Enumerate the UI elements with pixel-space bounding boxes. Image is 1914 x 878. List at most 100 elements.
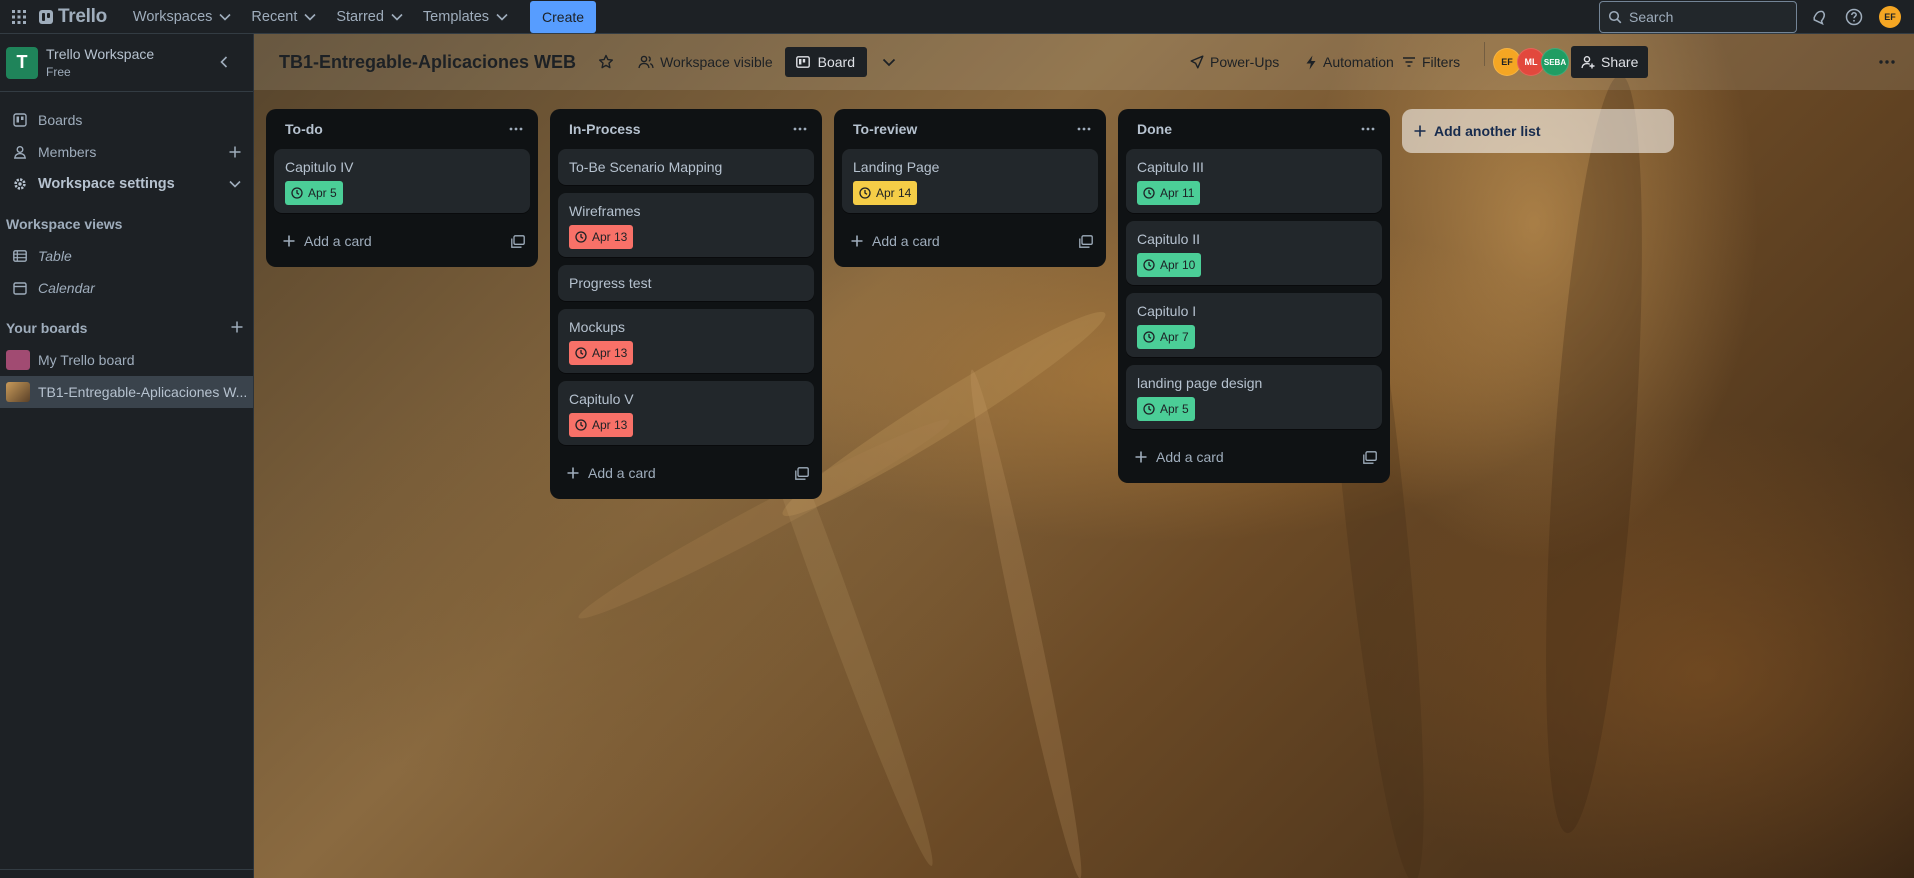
sidebar-item-boards[interactable]: Boards <box>0 104 253 136</box>
board-view-label: Board <box>817 54 855 70</box>
list-title[interactable]: In-Process <box>569 121 641 137</box>
power-ups-button[interactable]: Power-Ups <box>1182 46 1287 78</box>
sidebar-item-workspace-settings[interactable]: Workspace settings <box>0 168 253 200</box>
menu-starred[interactable]: Starred <box>326 1 413 33</box>
menu-workspaces[interactable]: Workspaces <box>123 1 242 33</box>
clock-icon <box>1143 187 1155 199</box>
card-title: Capitulo II <box>1137 231 1201 247</box>
card[interactable]: To-Be Scenario Mapping <box>558 149 814 185</box>
menu-templates[interactable]: Templates <box>413 1 518 33</box>
due-date-label: Apr 5 <box>308 186 337 200</box>
sidebar-item-members[interactable]: Members <box>0 136 253 168</box>
card-title: Landing Page <box>853 159 940 175</box>
add-member-icon[interactable] <box>227 144 243 160</box>
menu-recent[interactable]: Recent <box>241 1 326 33</box>
your-boards-heading-label: Your boards <box>6 320 88 336</box>
collapse-sidebar-icon[interactable] <box>215 53 233 71</box>
board-view-button[interactable]: Board <box>784 47 867 77</box>
chevron-down-icon[interactable] <box>227 176 243 192</box>
due-date-badge[interactable]: Apr 7 <box>1137 325 1195 349</box>
list-menu-icon[interactable] <box>508 121 524 137</box>
list-header[interactable]: Done <box>1118 109 1390 149</box>
add-card-label: Add a card <box>872 233 940 249</box>
share-button[interactable]: Share <box>1571 46 1649 78</box>
add-card-button[interactable]: Add a card <box>550 453 822 493</box>
due-date-label: Apr 13 <box>592 346 628 360</box>
card[interactable]: Mockups Apr 13 <box>558 309 814 373</box>
list-menu-icon[interactable] <box>1076 121 1092 137</box>
card[interactable]: Capitulo I Apr 7 <box>1126 293 1382 357</box>
search-input[interactable]: Search <box>1599 1 1797 33</box>
due-date-label: Apr 7 <box>1160 330 1189 344</box>
notifications-icon[interactable] <box>1809 7 1829 27</box>
list-header[interactable]: To-review <box>834 109 1106 149</box>
due-date-badge[interactable]: Apr 10 <box>1137 253 1202 277</box>
workspace-badge[interactable]: T <box>6 46 38 79</box>
help-icon[interactable] <box>1844 7 1864 27</box>
sidebar-board-my-trello-board[interactable]: My Trello board <box>0 344 253 376</box>
filters-button[interactable]: Filters <box>1394 46 1468 78</box>
sidebar-board-label: TB1-Entregable-Aplicaciones W... <box>38 384 248 400</box>
card-template-icon[interactable] <box>1078 233 1094 249</box>
app-switcher-icon[interactable] <box>9 7 29 27</box>
create-button[interactable]: Create <box>530 0 597 33</box>
card-title: Capitulo I <box>1137 303 1197 319</box>
menu-templates-label: Templates <box>422 8 490 25</box>
card[interactable]: Capitulo II Apr 10 <box>1126 221 1382 285</box>
filter-icon <box>1402 56 1416 68</box>
card-title: Capitulo IV <box>285 159 354 175</box>
list-title[interactable]: Done <box>1137 121 1172 137</box>
sidebar-board-tb1[interactable]: TB1-Entregable-Aplicaciones W... <box>0 376 253 408</box>
due-date-badge[interactable]: Apr 14 <box>853 181 918 205</box>
automation-button[interactable]: Automation <box>1297 46 1402 78</box>
boards-icon <box>12 113 28 127</box>
calendar-icon <box>12 281 28 295</box>
trello-logo[interactable]: Trello <box>39 6 107 28</box>
sidebar-item-calendar[interactable]: Calendar <box>0 272 253 304</box>
list-title[interactable]: To-do <box>285 121 323 137</box>
list-menu-icon[interactable] <box>792 121 808 137</box>
more-options-icon[interactable] <box>1875 50 1899 74</box>
list-title[interactable]: To-review <box>853 121 917 137</box>
due-date-badge[interactable]: Apr 13 <box>569 413 634 437</box>
due-date-badge[interactable]: Apr 5 <box>285 181 343 205</box>
card[interactable]: landing page design Apr 5 <box>1126 365 1382 429</box>
visibility-button[interactable]: Workspace visible <box>630 46 781 78</box>
add-card-button[interactable]: Add a card <box>834 221 1106 261</box>
card[interactable]: Progress test <box>558 265 814 301</box>
due-date-badge[interactable]: Apr 13 <box>569 225 634 249</box>
add-list-button[interactable]: Add another list <box>1402 109 1674 153</box>
list-header[interactable]: In-Process <box>550 109 822 149</box>
people-icon <box>638 55 654 69</box>
sidebar-item-table[interactable]: Table <box>0 240 253 272</box>
add-card-button[interactable]: Add a card <box>1118 437 1390 477</box>
clock-icon <box>1143 403 1155 415</box>
due-date-badge[interactable]: Apr 11 <box>1137 181 1201 205</box>
add-card-button[interactable]: Add a card <box>266 221 538 261</box>
due-date-badge[interactable]: Apr 5 <box>1137 397 1195 421</box>
board-view-icon <box>795 56 810 68</box>
due-date-label: Apr 10 <box>1160 258 1196 272</box>
card[interactable]: Capitulo V Apr 13 <box>558 381 814 445</box>
card[interactable]: Landing Page Apr 14 <box>842 149 1098 213</box>
plus-icon <box>567 467 579 479</box>
card-template-icon[interactable] <box>510 233 526 249</box>
menu-starred-label: Starred <box>336 8 384 25</box>
card[interactable]: Capitulo IV Apr 5 <box>274 149 530 213</box>
board-thumbnail <box>6 350 30 370</box>
add-board-icon[interactable] <box>231 320 243 336</box>
due-date-badge[interactable]: Apr 13 <box>569 341 634 365</box>
card-template-icon[interactable] <box>1362 449 1378 465</box>
chevron-down-icon[interactable] <box>877 50 901 74</box>
card[interactable]: Capitulo III Apr 11 <box>1126 149 1382 213</box>
list-menu-icon[interactable] <box>1360 121 1376 137</box>
member-avatar[interactable]: SEBA <box>1541 48 1569 76</box>
card-template-icon[interactable] <box>794 465 810 481</box>
list-header[interactable]: To-do <box>266 109 538 149</box>
workspace-name[interactable]: Trello Workspace <box>46 46 154 62</box>
board-title[interactable]: TB1-Entregable-Aplicaciones WEB <box>279 52 576 73</box>
card[interactable]: Wireframes Apr 13 <box>558 193 814 257</box>
user-avatar[interactable]: EF <box>1879 6 1901 28</box>
star-icon[interactable] <box>594 50 618 74</box>
sidebar-item-label: Table <box>38 248 72 264</box>
